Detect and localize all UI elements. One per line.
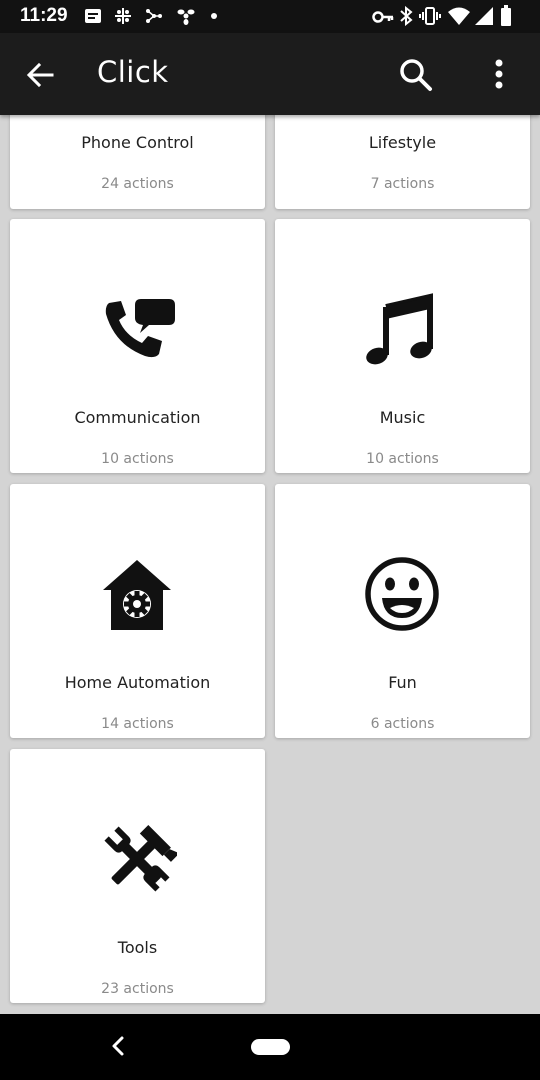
category-name: Communication [74, 408, 201, 427]
category-count: 10 actions [101, 451, 174, 467]
category-count: 7 actions [370, 176, 435, 192]
category-name: Lifestyle [368, 133, 437, 152]
category-count: 10 actions [366, 451, 439, 467]
status-bar: 11:29 [0, 0, 540, 33]
network-icon [146, 9, 162, 23]
category-count: 6 actions [370, 716, 435, 732]
wifi-icon [448, 7, 470, 25]
category-name: Music [379, 408, 426, 427]
dot-icon [211, 13, 217, 19]
category-card-communication[interactable]: Communication 10 actions [10, 219, 265, 473]
nav-home-pill[interactable] [251, 1039, 290, 1055]
battery-icon [501, 5, 511, 26]
category-name: Tools [117, 938, 158, 957]
category-count: 23 actions [101, 981, 174, 997]
system-nav-bar [0, 1014, 540, 1080]
status-time: 11:29 [20, 5, 68, 26]
category-card-phone-control[interactable]: Phone Control 24 actions [10, 115, 265, 209]
vibrate-icon [419, 7, 441, 25]
category-grid: Phone Control 24 actions Lifestyle 7 act… [0, 115, 540, 1014]
category-name: Phone Control [81, 133, 194, 152]
category-count: 14 actions [101, 716, 174, 732]
page-title: Click [97, 55, 169, 89]
music-note-icon [366, 293, 433, 365]
category-card-music[interactable]: Music 10 actions [275, 219, 530, 473]
category-card-fun[interactable]: Fun 6 actions [275, 484, 530, 738]
phone-chat-icon [105, 299, 175, 358]
nav-back-icon[interactable] [106, 1032, 130, 1060]
category-name: Home Automation [64, 673, 211, 692]
category-card-tools[interactable]: Tools 23 actions [10, 749, 265, 1003]
category-name: Fun [388, 673, 417, 692]
smiley-icon [365, 557, 439, 631]
system-icons [372, 5, 522, 28]
fan-icon [177, 9, 195, 25]
slack-icon [115, 8, 131, 24]
category-card-home-automation[interactable]: Home Automation 14 actions [10, 484, 265, 738]
app-bar: Click [0, 33, 540, 115]
category-count: 24 actions [101, 176, 174, 192]
signal-icon [475, 7, 493, 25]
search-icon[interactable] [398, 57, 434, 93]
back-arrow-icon[interactable] [24, 59, 56, 91]
key-icon [372, 11, 394, 23]
tools-icon [104, 825, 177, 892]
message-icon [85, 9, 101, 23]
home-gear-icon [103, 560, 171, 630]
more-vert-icon[interactable] [485, 57, 513, 93]
bluetooth-icon [400, 6, 413, 26]
category-card-lifestyle[interactable]: Lifestyle 7 actions [275, 115, 530, 209]
